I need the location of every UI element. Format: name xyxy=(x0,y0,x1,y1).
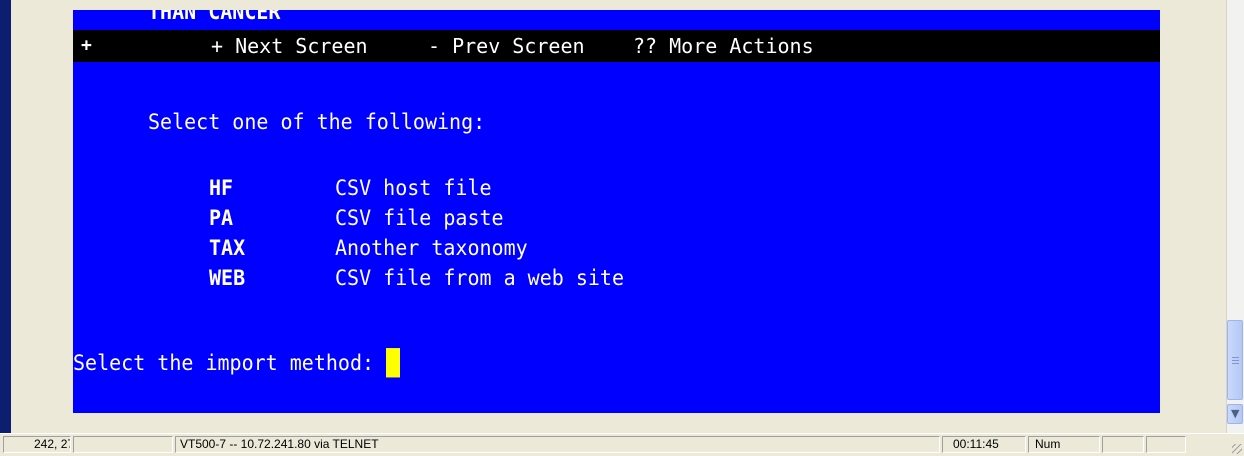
option-code: TAX xyxy=(209,235,246,261)
status-empty-cell xyxy=(1146,436,1186,453)
num-lock-indicator: Num xyxy=(1028,436,1100,453)
window-left-edge xyxy=(0,0,11,433)
action-bar: + + Next Screen - Prev Screen ?? More Ac… xyxy=(73,30,1160,62)
terminal-screen[interactable]: THAN CANCER + + Next Screen - Prev Scree… xyxy=(73,10,1160,413)
option-label: Another taxonomy xyxy=(335,235,528,261)
prev-screen-action[interactable]: - Prev Screen xyxy=(428,31,585,61)
select-prompt: Select one of the following: xyxy=(148,109,486,135)
cursor-position: 242, 27 xyxy=(3,436,71,453)
connection-info: VT500-7 -- 10.72.241.80 via TELNET xyxy=(175,436,940,453)
status-empty-cell xyxy=(73,436,173,453)
text-cursor xyxy=(386,348,401,378)
next-screen-action[interactable]: + Next Screen xyxy=(211,31,368,61)
window-margin xyxy=(11,0,73,433)
status-empty-cell xyxy=(1102,436,1144,453)
option-code: HF xyxy=(209,175,234,201)
more-lines-marker: + xyxy=(81,35,92,56)
more-actions-action[interactable]: ?? More Actions xyxy=(633,31,814,61)
option-code: PA xyxy=(209,205,234,231)
grip-icon xyxy=(1232,357,1239,358)
session-timer: 00:11:45 xyxy=(942,436,1026,453)
option-label: CSV file paste xyxy=(335,205,504,231)
truncated-heading: THAN CANCER xyxy=(148,10,281,25)
option-label: CSV file from a web site xyxy=(335,265,624,291)
status-bar: 242, 27 VT500-7 -- 10.72.241.80 via TELN… xyxy=(0,433,1244,456)
option-code: WEB xyxy=(209,265,246,291)
resize-grip-icon[interactable] xyxy=(1232,444,1242,454)
chevron-down-icon: ▼ xyxy=(1231,407,1240,420)
scroll-down-button[interactable]: ▼ xyxy=(1227,404,1243,424)
option-label: CSV host file xyxy=(335,175,492,201)
scrollbar-thumb[interactable] xyxy=(1227,320,1243,400)
import-method-prompt: Select the import method: xyxy=(73,347,401,379)
